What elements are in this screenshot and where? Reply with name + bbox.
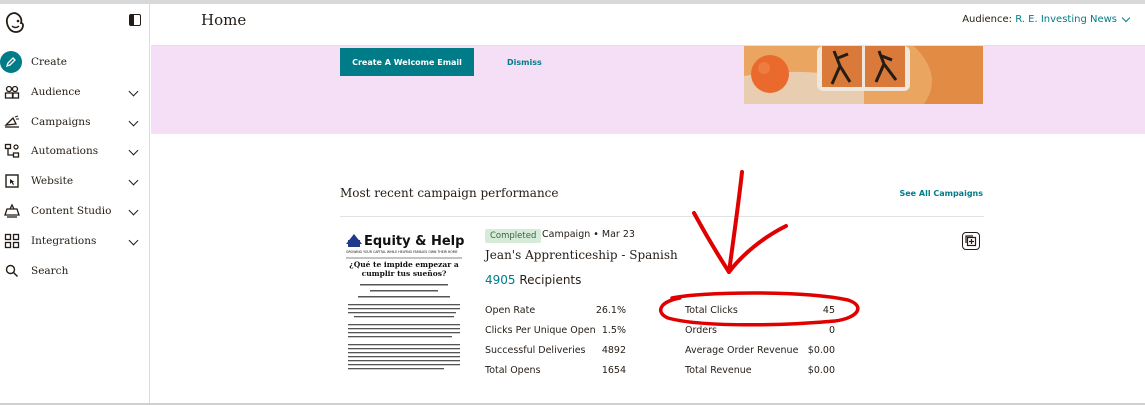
sidebar-item-label: Automations — [31, 145, 99, 157]
chevron-down-icon[interactable] — [1121, 13, 1131, 23]
stat-value-total-revenue: $0.00 — [807, 365, 835, 376]
sidebar-item-label: Create — [31, 56, 67, 68]
dismiss-button[interactable]: Dismiss — [507, 58, 542, 67]
sidebar-item-integrations[interactable]: Integrations — [0, 229, 150, 253]
sidebar-item-content-studio[interactable]: Content Studio — [0, 199, 150, 223]
sidebar-item-label: Audience — [31, 86, 81, 98]
stat-value-total-clicks: 45 — [822, 305, 835, 316]
recipients-label: Recipients — [519, 273, 582, 287]
replicate-campaign-icon[interactable] — [962, 232, 980, 250]
recipients-count: 4905 — [485, 273, 516, 287]
stat-label-total-revenue: Total Revenue — [685, 365, 752, 376]
create-welcome-email-button[interactable]: Create A Welcome Email — [340, 48, 474, 76]
thumbnail-tagline: GROWING YOUR CAPITAL WHILE HELPING FAMIL… — [346, 250, 458, 254]
content-studio-icon — [4, 203, 20, 219]
search-icon — [4, 263, 20, 279]
mailchimp-logo-icon[interactable] — [5, 12, 25, 34]
section-divider — [340, 216, 984, 217]
thumbnail-brand: Equity & Help — [364, 234, 464, 249]
sidebar-item-campaigns[interactable]: Campaigns — [0, 110, 150, 134]
sidebar-item-audience[interactable]: Audience — [0, 80, 150, 104]
stat-label-open-rate: Open Rate — [485, 305, 536, 316]
stat-value-open-rate: 26.1% — [595, 305, 626, 316]
page-title: Home — [201, 11, 247, 29]
stat-label-total-opens: Total Opens — [485, 365, 541, 376]
stat-value-total-opens: 1654 — [601, 365, 626, 376]
top-border — [0, 0, 1145, 4]
stat-value-average-order-revenue: $0.00 — [807, 345, 835, 356]
sidebar-item-automations[interactable]: Automations — [0, 139, 150, 163]
audience-label: Audience: — [962, 14, 1013, 25]
promo-image — [744, 46, 983, 104]
website-icon — [4, 173, 20, 189]
chevron-down-icon — [128, 86, 139, 97]
campaign-name[interactable]: Jean's Apprenticeship - Spanish — [485, 248, 678, 262]
audience-selector[interactable]: Audience: R. E. Investing News — [962, 14, 1117, 25]
campaign-thumbnail[interactable]: Equity & Help GROWING YOUR CAPITAL WHILE… — [340, 226, 468, 376]
chevron-down-icon — [128, 116, 139, 127]
integrations-icon — [4, 233, 20, 249]
chevron-down-icon — [128, 205, 139, 216]
stat-label-total-clicks: Total Clicks — [685, 305, 738, 316]
sidebar-item-search[interactable]: Search — [0, 259, 150, 283]
sidebar-item-website[interactable]: Website — [0, 169, 150, 193]
stat-value-successful-deliveries: 4892 — [601, 345, 626, 356]
sidebar-item-label: Content Studio — [31, 205, 112, 217]
welcome-banner — [151, 46, 1145, 134]
audience-name[interactable]: R. E. Investing News — [1015, 14, 1117, 25]
see-all-campaigns-link[interactable]: See All Campaigns — [899, 189, 983, 198]
section-title: Most recent campaign performance — [340, 186, 559, 200]
chevron-down-icon — [128, 235, 139, 246]
chevron-down-icon — [128, 145, 139, 156]
stat-label-orders: Orders — [685, 325, 717, 336]
sidebar-item-label: Website — [31, 175, 74, 187]
pencil-icon — [0, 51, 22, 73]
sidebar-item-create[interactable]: Create — [0, 50, 150, 74]
sidebar-item-label: Integrations — [31, 235, 97, 247]
stat-value-clicks-per-unique-open: 1.5% — [601, 325, 626, 336]
audience-icon — [4, 84, 20, 100]
stat-value-orders: 0 — [828, 325, 835, 336]
status-badge: Completed — [485, 229, 542, 243]
sidebar-item-label: Campaigns — [31, 116, 91, 128]
megaphone-icon — [4, 114, 20, 130]
recipients: 4905 Recipients — [485, 273, 581, 287]
stat-label-average-order-revenue: Average Order Revenue — [685, 345, 799, 356]
chevron-down-icon — [128, 175, 139, 186]
sidebar-collapse-icon[interactable] — [129, 14, 141, 26]
automations-icon — [4, 143, 20, 159]
sidebar-item-label: Search — [31, 265, 69, 277]
thumbnail-headline: ¿Qué te impide empezar a cumplir tus sue… — [349, 260, 459, 278]
stat-label-successful-deliveries: Successful Deliveries — [485, 345, 586, 356]
stat-label-clicks-per-unique-open: Clicks Per Unique Open — [485, 325, 596, 336]
campaign-meta: Campaign • Mar 23 — [542, 229, 635, 240]
sidebar: Create Audience Campaigns Automations We… — [0, 4, 150, 405]
